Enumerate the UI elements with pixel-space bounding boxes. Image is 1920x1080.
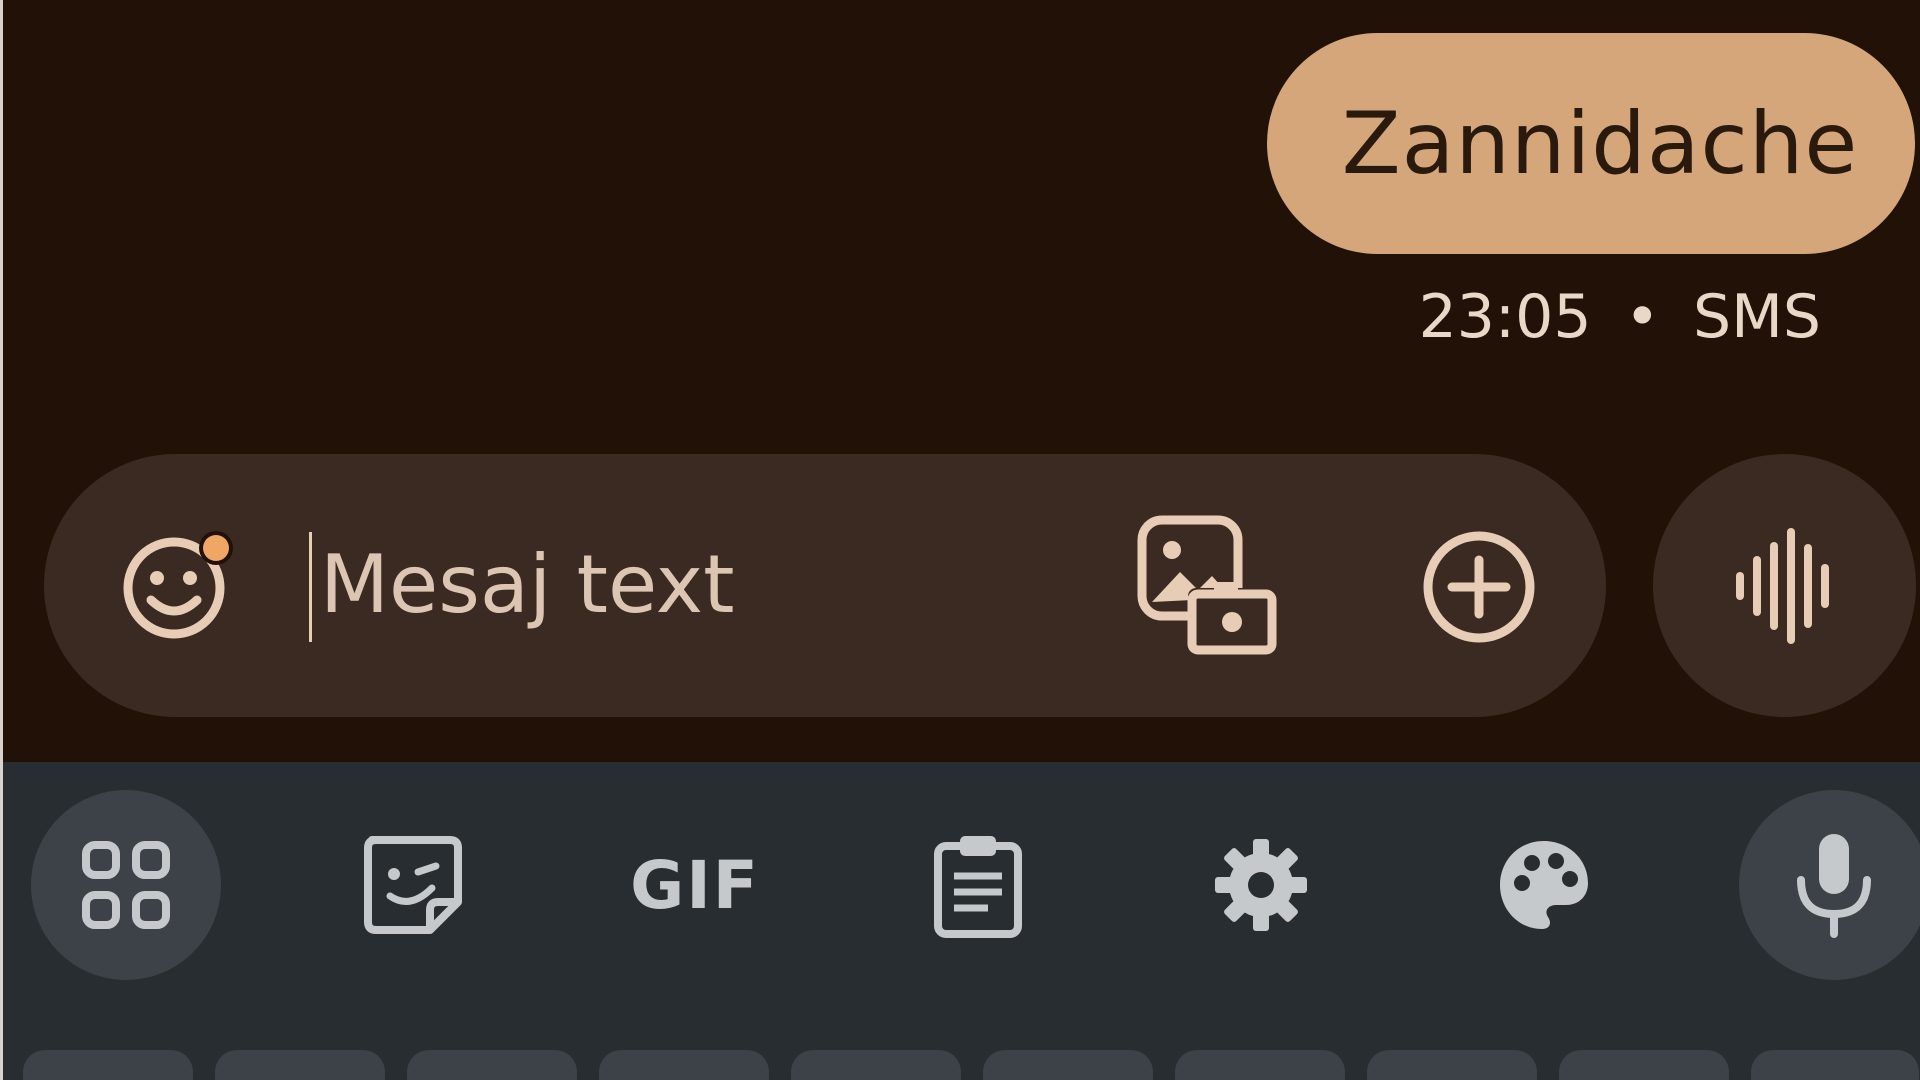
conversation-area: Zannidache 23:05 • SMS xyxy=(3,0,1920,762)
add-attachment-button[interactable] xyxy=(1414,522,1544,652)
voice-message-button[interactable] xyxy=(1653,454,1916,717)
gear-icon xyxy=(1215,839,1307,931)
grid-icon xyxy=(82,841,170,929)
kb-gif-button[interactable]: GIF xyxy=(600,790,790,980)
text-cursor xyxy=(309,532,312,642)
keyboard-key[interactable] xyxy=(1559,1050,1729,1080)
keyboard-key[interactable] xyxy=(1751,1050,1919,1080)
compose-bar xyxy=(44,454,1606,717)
kb-sticker-button[interactable] xyxy=(318,790,508,980)
kb-apps-button[interactable] xyxy=(31,790,221,980)
keyboard-key[interactable] xyxy=(215,1050,385,1080)
message-channel: SMS xyxy=(1693,282,1821,352)
kb-theme-button[interactable] xyxy=(1449,790,1639,980)
message-text: Zannidache xyxy=(1341,93,1859,194)
keyboard-key[interactable] xyxy=(983,1050,1153,1080)
sent-message-bubble[interactable]: Zannidache xyxy=(1267,33,1915,254)
message-time: 23:05 xyxy=(1418,282,1592,352)
meta-separator: • xyxy=(1624,282,1660,352)
kb-clipboard-button[interactable] xyxy=(883,790,1073,980)
voice-waveform-icon xyxy=(1735,527,1829,644)
kb-settings-button[interactable] xyxy=(1166,790,1356,980)
emoji-smiley-icon xyxy=(123,531,233,639)
gif-label: GIF xyxy=(630,846,760,924)
keyboard-key[interactable] xyxy=(407,1050,577,1080)
messages-screen: Zannidache 23:05 • SMS Mesaj text GIF xyxy=(0,0,1920,1080)
gallery-camera-icon xyxy=(1137,515,1277,655)
keyboard-key[interactable] xyxy=(23,1050,193,1080)
keyboard-key[interactable] xyxy=(599,1050,769,1080)
keyboard: GIF xyxy=(3,762,1920,1080)
message-input[interactable] xyxy=(314,514,1100,654)
keyboard-key[interactable] xyxy=(1175,1050,1345,1080)
kb-voice-input-button[interactable] xyxy=(1739,790,1920,980)
keyboard-key[interactable] xyxy=(791,1050,961,1080)
sticker-icon xyxy=(364,836,462,934)
gallery-button[interactable] xyxy=(1134,514,1284,664)
clipboard-icon xyxy=(934,836,1022,938)
emoji-button[interactable] xyxy=(118,526,238,646)
add-circle-icon xyxy=(1423,531,1535,643)
palette-icon xyxy=(1500,841,1588,929)
keyboard-key[interactable] xyxy=(1367,1050,1537,1080)
microphone-icon xyxy=(1797,834,1871,938)
message-meta: 23:05 • SMS xyxy=(1419,282,1821,352)
